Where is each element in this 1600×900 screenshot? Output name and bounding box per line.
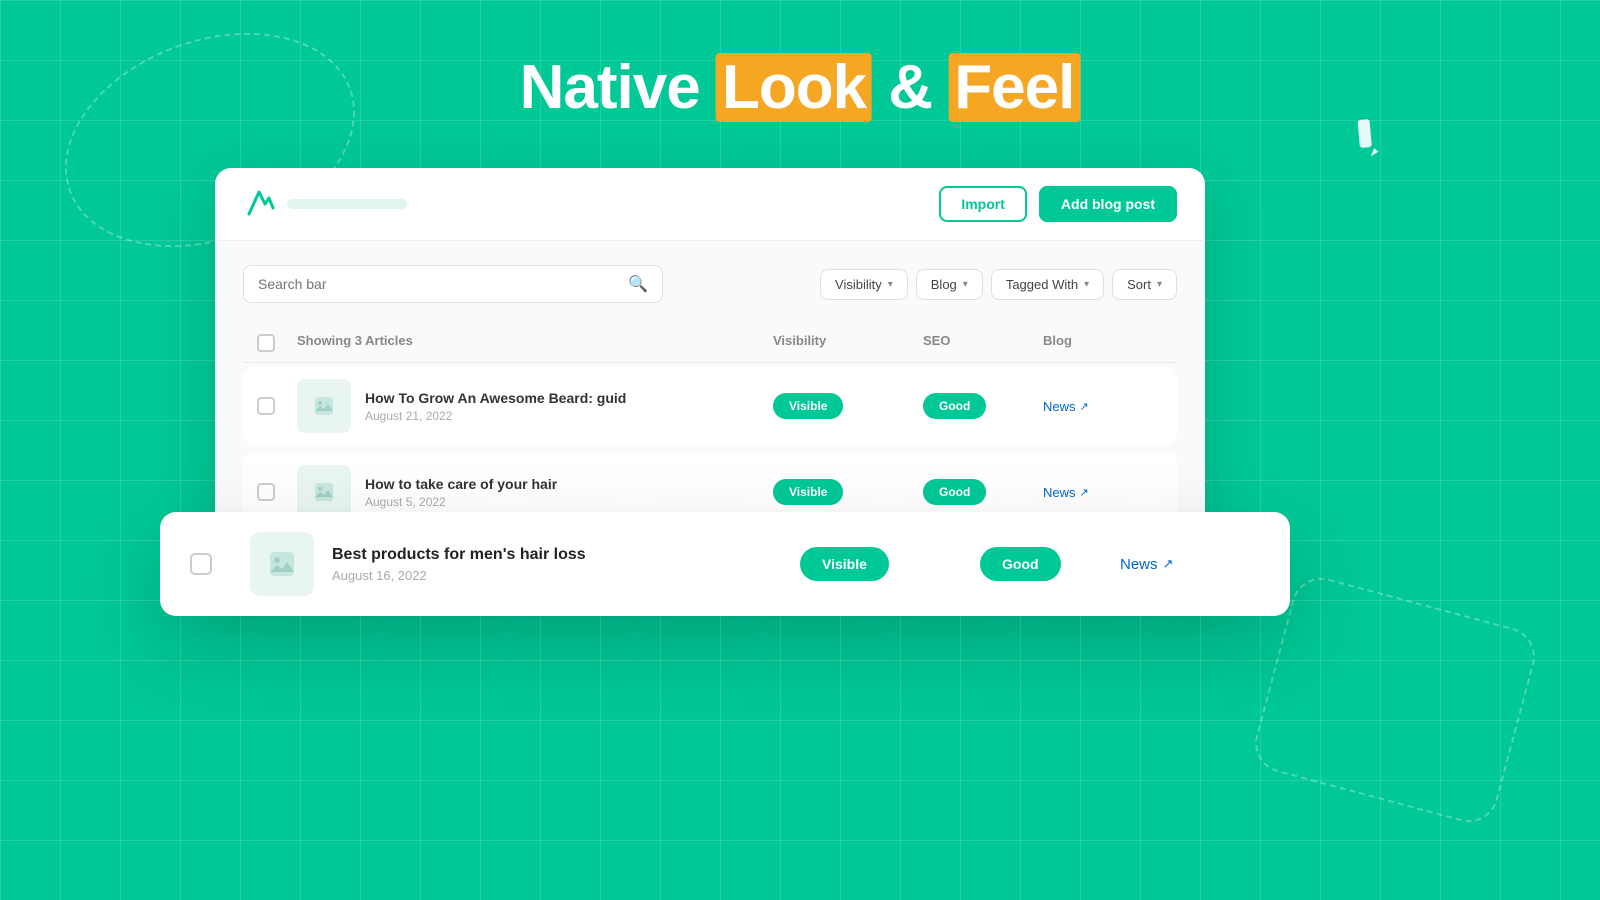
floating-news-link[interactable]: News ↗	[1120, 556, 1260, 573]
table-row: How To Grow An Awesome Beard: guid Augus…	[243, 367, 1177, 445]
filters: Visibility ▾ Blog ▾ Tagged With ▾ Sort ▾	[820, 269, 1177, 300]
floating-article-title: Best products for men's hair loss	[332, 546, 586, 564]
article-date: August 5, 2022	[365, 495, 557, 509]
chevron-down-icon: ▾	[888, 279, 893, 290]
article-title: How to take care of your hair	[365, 476, 557, 492]
blog-link[interactable]: News ↗	[1043, 485, 1163, 500]
table-header: Showing 3 Articles Visibility SEO Blog	[243, 323, 1177, 363]
article-info: How to take care of your hair August 5, …	[297, 465, 773, 519]
main-card: Import Add blog post 🔍 Visibility ▾ Blog…	[215, 168, 1205, 563]
card-header: Import Add blog post	[215, 168, 1205, 241]
chevron-down-icon: ▾	[1157, 279, 1162, 290]
visibility-filter-button[interactable]: Visibility ▾	[820, 269, 908, 300]
floating-row: Best products for men's hair loss August…	[160, 512, 1290, 616]
headline: Native Look & Feel	[520, 52, 1081, 123]
headline-highlight1: Look	[716, 53, 872, 122]
floating-text: Best products for men's hair loss August…	[332, 546, 586, 583]
blog-filter-button[interactable]: Blog ▾	[916, 269, 983, 300]
col-visibility: Visibility	[773, 333, 923, 352]
external-link-icon: ↗	[1080, 400, 1089, 413]
article-title: How To Grow An Awesome Beard: guid	[365, 390, 626, 406]
import-button[interactable]: Import	[939, 186, 1027, 222]
card-logo	[243, 188, 407, 220]
logo-icon	[243, 188, 275, 220]
news-link[interactable]: News ↗	[1043, 485, 1163, 500]
article-thumbnail	[297, 465, 351, 519]
seo-badge: Good	[923, 393, 1043, 419]
floating-visibility-badge: Visible	[800, 547, 980, 581]
floating-article-info: Best products for men's hair loss August…	[250, 532, 800, 596]
blog-link[interactable]: News ↗	[1043, 399, 1163, 414]
select-all-checkbox[interactable]	[257, 333, 297, 352]
deco-circle-2	[1248, 571, 1541, 829]
row-checkbox[interactable]	[257, 483, 297, 501]
tagged-with-filter-button[interactable]: Tagged With ▾	[991, 269, 1104, 300]
add-blog-post-button[interactable]: Add blog post	[1039, 186, 1177, 222]
headline-part2: &	[872, 53, 948, 122]
article-date: August 21, 2022	[365, 409, 626, 423]
seo-badge: Good	[923, 479, 1043, 505]
visibility-badge: Visible	[773, 393, 923, 419]
floating-checkbox[interactable]	[190, 553, 250, 575]
headline-part1: Native	[520, 53, 716, 122]
search-bar[interactable]: 🔍	[243, 265, 663, 303]
floating-article-card: Best products for men's hair loss August…	[160, 512, 1290, 616]
article-info: How To Grow An Awesome Beard: guid Augus…	[297, 379, 773, 433]
article-thumbnail	[297, 379, 351, 433]
showing-count: Showing 3 Articles	[297, 333, 773, 352]
external-link-icon: ↗	[1080, 486, 1089, 499]
logo-bar	[287, 199, 407, 209]
visibility-badge: Visible	[773, 479, 923, 505]
article-text: How To Grow An Awesome Beard: guid Augus…	[365, 390, 626, 423]
row-checkbox[interactable]	[257, 397, 297, 415]
headline-highlight2: Feel	[948, 53, 1080, 122]
chevron-down-icon: ▾	[963, 279, 968, 290]
floating-seo-badge: Good	[980, 547, 1120, 581]
external-link-icon: ↗	[1163, 556, 1174, 572]
chevron-down-icon: ▾	[1084, 279, 1089, 290]
pen-decoration-icon	[1349, 104, 1408, 167]
search-input[interactable]	[258, 276, 620, 292]
news-link[interactable]: News ↗	[1043, 399, 1163, 414]
col-seo: SEO	[923, 333, 1043, 352]
search-icon: 🔍	[628, 274, 648, 294]
floating-article-date: August 16, 2022	[332, 568, 586, 583]
header-buttons: Import Add blog post	[939, 186, 1177, 222]
floating-blog-link[interactable]: News ↗	[1120, 556, 1260, 573]
col-blog: Blog	[1043, 333, 1163, 352]
toolbar: 🔍 Visibility ▾ Blog ▾ Tagged With ▾ Sort…	[243, 265, 1177, 303]
article-text: How to take care of your hair August 5, …	[365, 476, 557, 509]
floating-thumbnail	[250, 532, 314, 596]
sort-button[interactable]: Sort ▾	[1112, 269, 1177, 300]
